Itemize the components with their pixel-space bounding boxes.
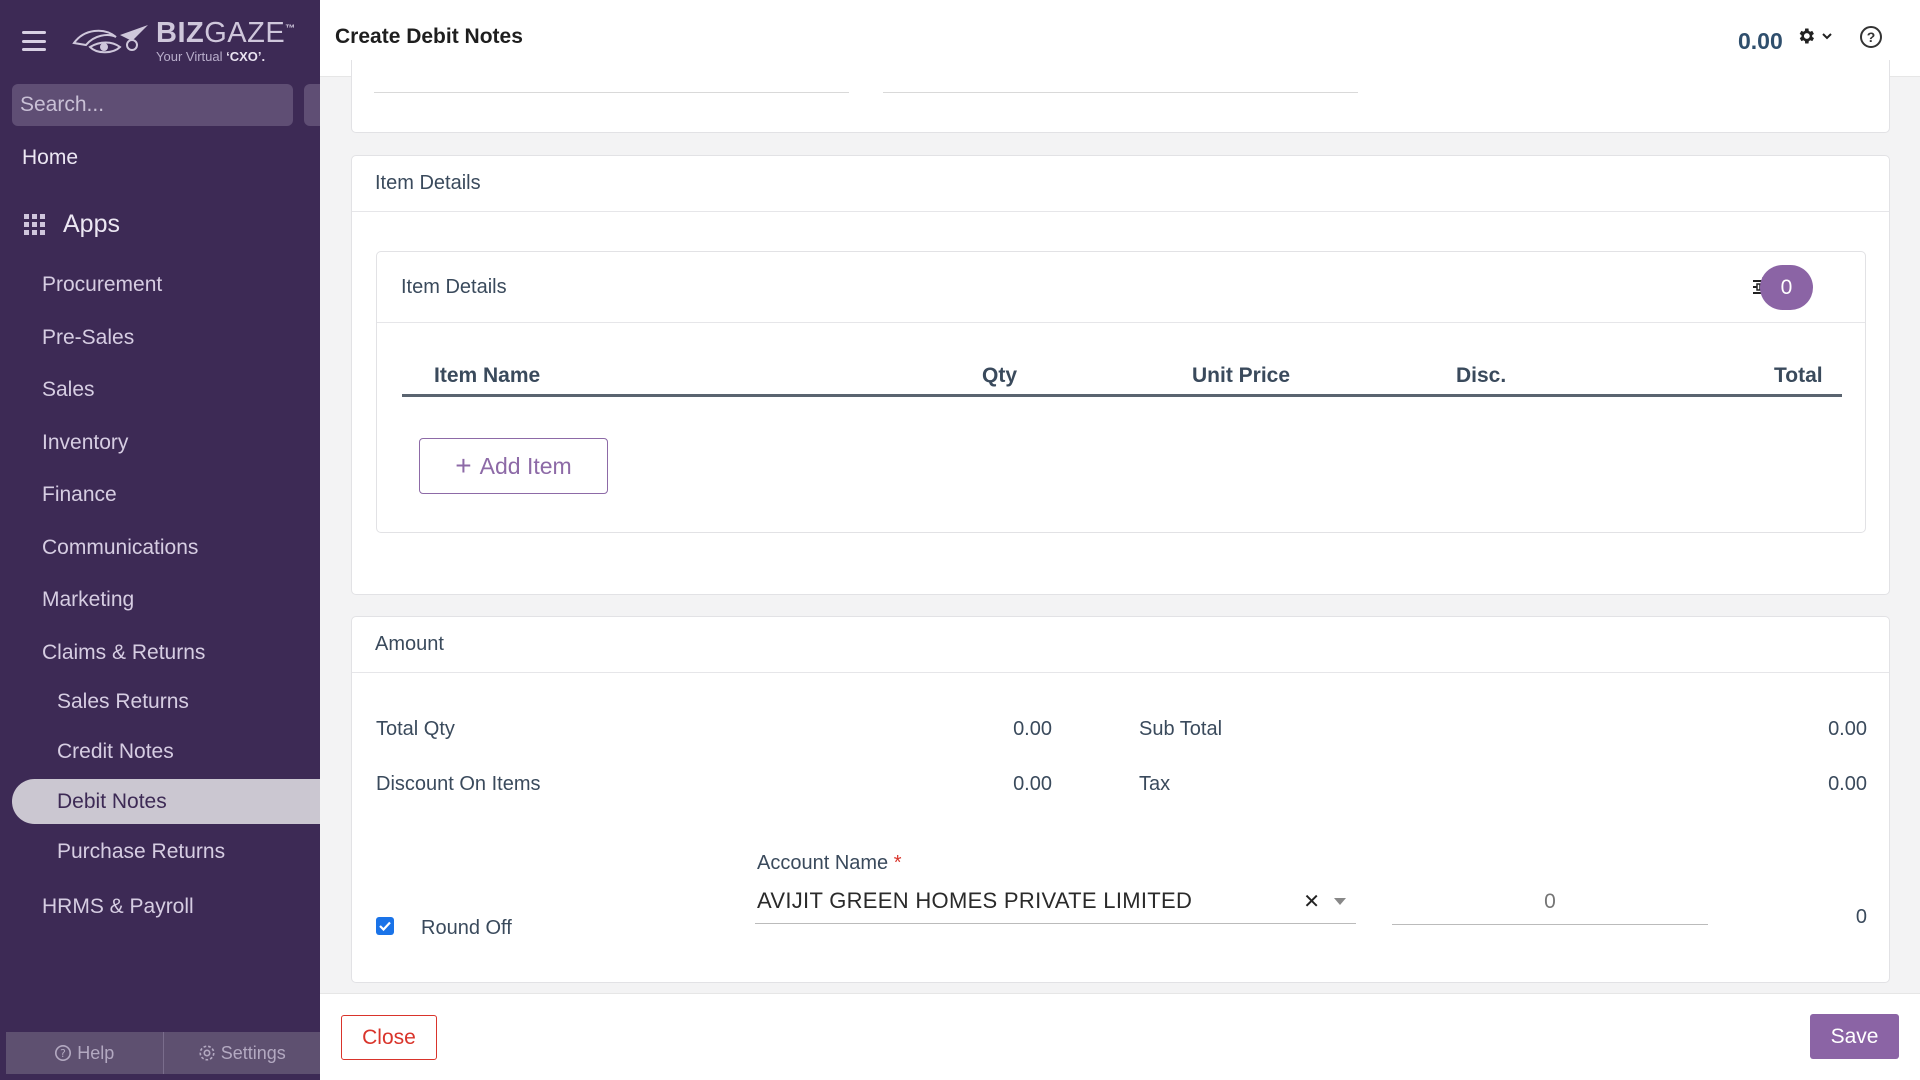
col-item-name: Item Name — [434, 364, 541, 387]
item-details-table-card: Item Details 0 Item Name Qty Unit Price … — [376, 251, 1866, 533]
help-icon[interactable]: ? — [1860, 26, 1882, 48]
nav-sales[interactable]: Sales — [42, 378, 95, 402]
checkmark-icon — [379, 921, 391, 932]
item-count-badge[interactable]: 0 — [1760, 265, 1813, 310]
brand-name: BIZGAZE™ — [156, 17, 296, 49]
add-item-button[interactable]: + Add Item — [419, 438, 608, 494]
brand-tagline: Your Virtual ‘CXO’. — [156, 49, 266, 64]
settings-button[interactable]: Settings — [164, 1032, 321, 1074]
discount-label: Discount On Items — [376, 773, 541, 795]
account-name-select[interactable]: AVIJIT GREEN HOMES PRIVATE LIMITED ✕ — [755, 879, 1356, 924]
amount-header: Amount — [352, 617, 1889, 673]
settings-gear-icon — [199, 1045, 215, 1061]
hamburger-menu-icon[interactable] — [22, 31, 46, 51]
logo-text: BIZGAZE™ Your Virtual ‘CXO’. — [156, 17, 296, 64]
nav-purchase-returns[interactable]: Purchase Returns — [57, 840, 225, 864]
nav-marketing[interactable]: Marketing — [42, 588, 134, 612]
help-button[interactable]: ? Help — [6, 1032, 164, 1074]
round-off-amount-input[interactable] — [1392, 879, 1708, 925]
round-off-checkbox[interactable] — [376, 917, 394, 935]
nav-apps-label: Apps — [63, 210, 120, 238]
amount-section: Amount Total Qty 0.00 Sub Total 0.00 Dis… — [351, 616, 1890, 983]
account-name-label: Account Name * — [757, 852, 902, 874]
item-details-inner-title: Item Details — [401, 275, 507, 298]
dropdown-caret-icon[interactable] — [1334, 897, 1346, 905]
svg-text:?: ? — [60, 1047, 66, 1060]
round-off-amount-value: 0 — [1855, 906, 1867, 928]
save-button[interactable]: Save — [1810, 1014, 1899, 1059]
page-title: Create Debit Notes — [335, 25, 523, 48]
sidebar-bottom-bar: ? Help Settings — [6, 1032, 320, 1074]
header-settings-dropdown[interactable] — [1796, 26, 1834, 46]
discount-value: 0.00 — [1013, 773, 1052, 795]
help-circle-icon: ? — [55, 1044, 72, 1062]
sidebar: BIZGAZE™ Your Virtual ‘CXO’. Home Apps P… — [0, 0, 320, 1080]
page-footer: Close Save — [320, 993, 1920, 1080]
nav-hrms-payroll[interactable]: HRMS & Payroll — [42, 895, 194, 919]
chevron-down-icon — [1822, 33, 1832, 40]
top-form-section — [351, 60, 1890, 133]
nav-home[interactable]: Home — [22, 146, 78, 170]
col-unit-price: Unit Price — [1192, 364, 1291, 387]
clear-x-icon[interactable]: ✕ — [1303, 889, 1320, 914]
field-underline — [374, 92, 849, 93]
total-qty-value: 0.00 — [1013, 718, 1052, 740]
nav-debit-notes-active[interactable]: Debit Notes — [12, 779, 320, 824]
nav-procurement[interactable]: Procurement — [42, 273, 162, 297]
owl-logo-icon — [72, 25, 148, 54]
total-qty-label: Total Qty — [376, 718, 455, 740]
nav-pre-sales[interactable]: Pre-Sales — [42, 326, 134, 350]
logo[interactable]: BIZGAZE™ Your Virtual ‘CXO’. — [70, 19, 296, 63]
sidebar-search — [12, 84, 293, 126]
nav-sales-returns[interactable]: Sales Returns — [57, 690, 189, 714]
apps-grid-icon — [24, 214, 45, 235]
gear-icon — [1799, 28, 1814, 44]
nav-credit-notes[interactable]: Credit Notes — [57, 740, 174, 764]
tax-label: Tax — [1139, 773, 1171, 795]
col-qty: Qty — [982, 364, 1018, 387]
item-details-header: Item Details — [352, 156, 1889, 212]
col-disc: Disc. — [1456, 364, 1507, 387]
nav-apps[interactable]: Apps — [24, 210, 120, 239]
nav-inventory[interactable]: Inventory — [42, 431, 128, 455]
field-underline — [883, 92, 1358, 93]
help-label: Help — [77, 1042, 115, 1063]
sidebar-search-extension[interactable] — [304, 84, 320, 126]
header-amount: 0.00 — [1738, 28, 1783, 54]
sub-total-label: Sub Total — [1139, 718, 1223, 740]
nav-communications[interactable]: Communications — [42, 536, 198, 560]
nav-finance[interactable]: Finance — [42, 483, 117, 507]
nav-claims-returns[interactable]: Claims & Returns — [42, 641, 205, 665]
search-input[interactable] — [20, 93, 291, 117]
col-total: Total — [1774, 364, 1823, 387]
plus-icon: + — [455, 450, 472, 481]
table-header-divider — [402, 394, 1842, 397]
sidebar-top: BIZGAZE™ Your Virtual ‘CXO’. — [0, 0, 320, 82]
add-item-label: Add Item — [479, 452, 572, 479]
item-details-inner-header: Item Details — [377, 252, 1865, 323]
round-off-label: Round Off — [421, 917, 512, 939]
tax-value: 0.00 — [1828, 773, 1867, 795]
required-asterisk: * — [893, 852, 902, 874]
settings-label: Settings — [220, 1042, 286, 1063]
account-name-value: AVIJIT GREEN HOMES PRIVATE LIMITED — [757, 888, 1193, 913]
item-details-section: Item Details Item Details 0 Item Name Qt… — [351, 155, 1890, 595]
close-button[interactable]: Close — [341, 1015, 437, 1060]
sub-total-value: 0.00 — [1828, 718, 1867, 740]
